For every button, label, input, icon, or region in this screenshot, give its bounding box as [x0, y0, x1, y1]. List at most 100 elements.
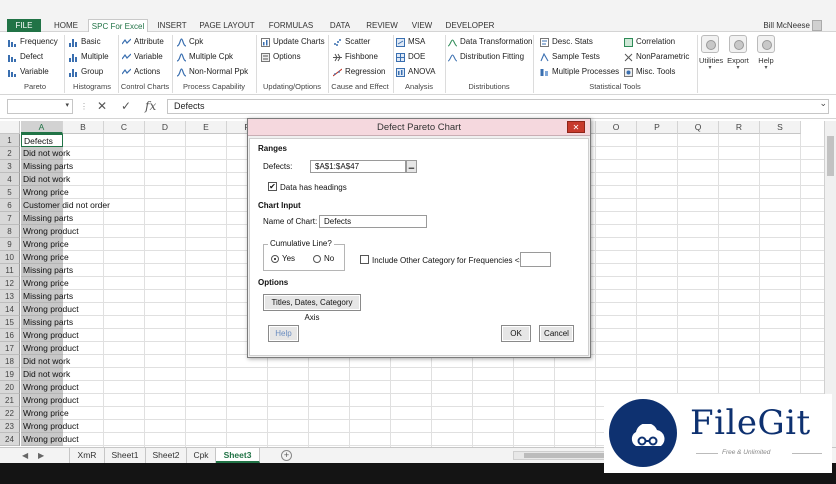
multiple-cpk-button[interactable]: Multiple Cpk — [176, 50, 233, 64]
titles-dates-axis-button[interactable]: Titles, Dates, Category Axis — [263, 294, 361, 322]
column-header[interactable]: Q — [678, 121, 719, 134]
include-other-checkbox[interactable] — [360, 255, 369, 264]
misc-tools-button[interactable]: Misc. Tools — [624, 65, 675, 79]
cell-a[interactable]: Wrong product — [21, 303, 79, 316]
cell-a[interactable]: Wrong product — [21, 394, 79, 407]
sheet-tab-cpk[interactable]: Cpk — [187, 448, 216, 463]
row-header[interactable]: 13 — [0, 290, 20, 303]
column-header[interactable]: S — [760, 121, 801, 134]
fishbone-button[interactable]: Fishbone — [333, 50, 378, 64]
cell-a[interactable]: Did not work — [21, 368, 70, 381]
formula-input[interactable]: Defects — [167, 99, 829, 114]
row-header[interactable]: 2 — [0, 147, 20, 160]
utilities-button[interactable]: Utilities ▾ — [699, 35, 723, 72]
row-header[interactable]: 23 — [0, 420, 20, 433]
name-box[interactable]: ▾ — [7, 99, 73, 114]
row-header[interactable]: 10 — [0, 251, 20, 264]
enter-icon[interactable]: ✓ — [121, 99, 131, 114]
cell-a[interactable]: Customer did not order — [21, 199, 110, 212]
add-sheet-icon[interactable]: + — [281, 450, 292, 461]
cell-a[interactable]: Wrong product — [21, 433, 79, 446]
scatter-button[interactable]: Scatter — [333, 35, 370, 49]
distribution-fitting-button[interactable]: Distribution Fitting — [447, 50, 524, 64]
prev-sheet-icon[interactable]: ◀ — [22, 448, 28, 463]
multiple-processes-button[interactable]: Multiple Processes — [540, 65, 619, 79]
row-header[interactable]: 1 — [0, 134, 20, 147]
column-header[interactable]: E — [186, 121, 227, 134]
tab-insert[interactable]: INSERT — [152, 19, 192, 32]
chart-name-input[interactable]: Defects — [319, 215, 427, 228]
sheet-tab-xmr[interactable]: XmR — [69, 448, 105, 463]
cell-a[interactable]: Wrong product — [21, 225, 79, 238]
sample-tests-button[interactable]: Sample Tests — [540, 50, 600, 64]
regression-button[interactable]: Regression — [332, 65, 385, 79]
pareto-variable-button[interactable]: Variable — [8, 65, 49, 79]
column-header[interactable]: B — [63, 121, 104, 134]
chevron-down-icon[interactable]: ▾ — [65, 101, 69, 109]
column-header[interactable]: R — [719, 121, 760, 134]
control-variable-button[interactable]: Variable — [121, 50, 163, 64]
select-all-corner[interactable] — [0, 121, 20, 134]
row-header[interactable]: 8 — [0, 225, 20, 238]
column-header[interactable]: A — [21, 121, 63, 134]
cancel-icon[interactable]: ✕ — [97, 99, 107, 114]
cell-a[interactable]: Missing parts — [21, 290, 73, 303]
row-header[interactable]: 4 — [0, 173, 20, 186]
defects-range-input[interactable]: $A$1:$A$47 — [310, 160, 406, 173]
cell-a[interactable]: Missing parts — [21, 160, 73, 173]
row-header[interactable]: 19 — [0, 368, 20, 381]
histogram-basic-button[interactable]: Basic — [69, 35, 101, 49]
help-button[interactable]: Help ▾ — [755, 35, 777, 72]
row-header[interactable]: 24 — [0, 433, 20, 446]
cell-a[interactable]: Wrong price — [21, 277, 69, 290]
non-normal-ppk-button[interactable]: Non-Normal Ppk — [176, 65, 248, 79]
cell-a[interactable]: Did not work — [21, 173, 70, 186]
cell-a[interactable]: Missing parts — [21, 316, 73, 329]
tab-spc-for-excel[interactable]: SPC For Excel — [88, 19, 148, 33]
pareto-frequency-button[interactable]: Frequency — [8, 35, 58, 49]
cell-a[interactable]: Missing parts — [21, 264, 73, 277]
anova-button[interactable]: ANOVA — [396, 65, 435, 79]
row-header[interactable]: 17 — [0, 342, 20, 355]
column-header[interactable]: P — [637, 121, 678, 134]
export-button[interactable]: Export ▾ — [727, 35, 749, 72]
tab-developer[interactable]: DEVELOPER — [442, 19, 498, 32]
row-header[interactable]: 11 — [0, 264, 20, 277]
cell-a[interactable]: Did not work — [21, 355, 70, 368]
row-header[interactable]: 5 — [0, 186, 20, 199]
has-headings-checkbox[interactable]: ✔ — [268, 182, 277, 191]
options-button[interactable]: Options — [261, 50, 301, 64]
row-header[interactable]: 14 — [0, 303, 20, 316]
tab-view[interactable]: VIEW — [406, 19, 438, 32]
doe-button[interactable]: DOE — [396, 50, 425, 64]
scroll-thumb[interactable] — [827, 136, 834, 176]
avatar[interactable] — [812, 20, 822, 31]
nonparametric-button[interactable]: NonParametric — [624, 50, 689, 64]
row-header[interactable]: 22 — [0, 407, 20, 420]
user-name[interactable]: Bill McNeese — [763, 19, 810, 32]
column-header[interactable]: O — [596, 121, 637, 134]
cell-a[interactable]: Wrong product — [21, 420, 79, 433]
control-attribute-button[interactable]: Attribute — [121, 35, 164, 49]
column-header[interactable]: D — [145, 121, 186, 134]
cell-a[interactable]: Wrong price — [21, 238, 69, 251]
range-picker-button[interactable]: ▁ — [406, 160, 417, 173]
chevron-down-icon[interactable]: ⌄ — [819, 98, 827, 109]
tab-review[interactable]: REVIEW — [362, 19, 402, 32]
row-header[interactable]: 15 — [0, 316, 20, 329]
insert-function-icon[interactable]: fx — [145, 99, 156, 114]
sheet-tab-sheet3[interactable]: Sheet3 — [216, 448, 260, 463]
row-header[interactable]: 9 — [0, 238, 20, 251]
close-icon[interactable]: ✕ — [567, 121, 585, 133]
update-charts-button[interactable]: Update Charts — [261, 35, 325, 49]
cell-a[interactable]: Wrong price — [21, 186, 69, 199]
row-header[interactable]: 21 — [0, 394, 20, 407]
cell-a[interactable]: Wrong price — [21, 407, 69, 420]
control-actions-button[interactable]: Actions — [121, 65, 160, 79]
row-header[interactable]: 16 — [0, 329, 20, 342]
tab-file[interactable]: FILE — [7, 19, 41, 32]
scroll-thumb[interactable] — [524, 453, 604, 458]
row-header[interactable]: 7 — [0, 212, 20, 225]
cell-a[interactable]: Wrong product — [21, 381, 79, 394]
tab-formulas[interactable]: FORMULAS — [264, 19, 318, 32]
